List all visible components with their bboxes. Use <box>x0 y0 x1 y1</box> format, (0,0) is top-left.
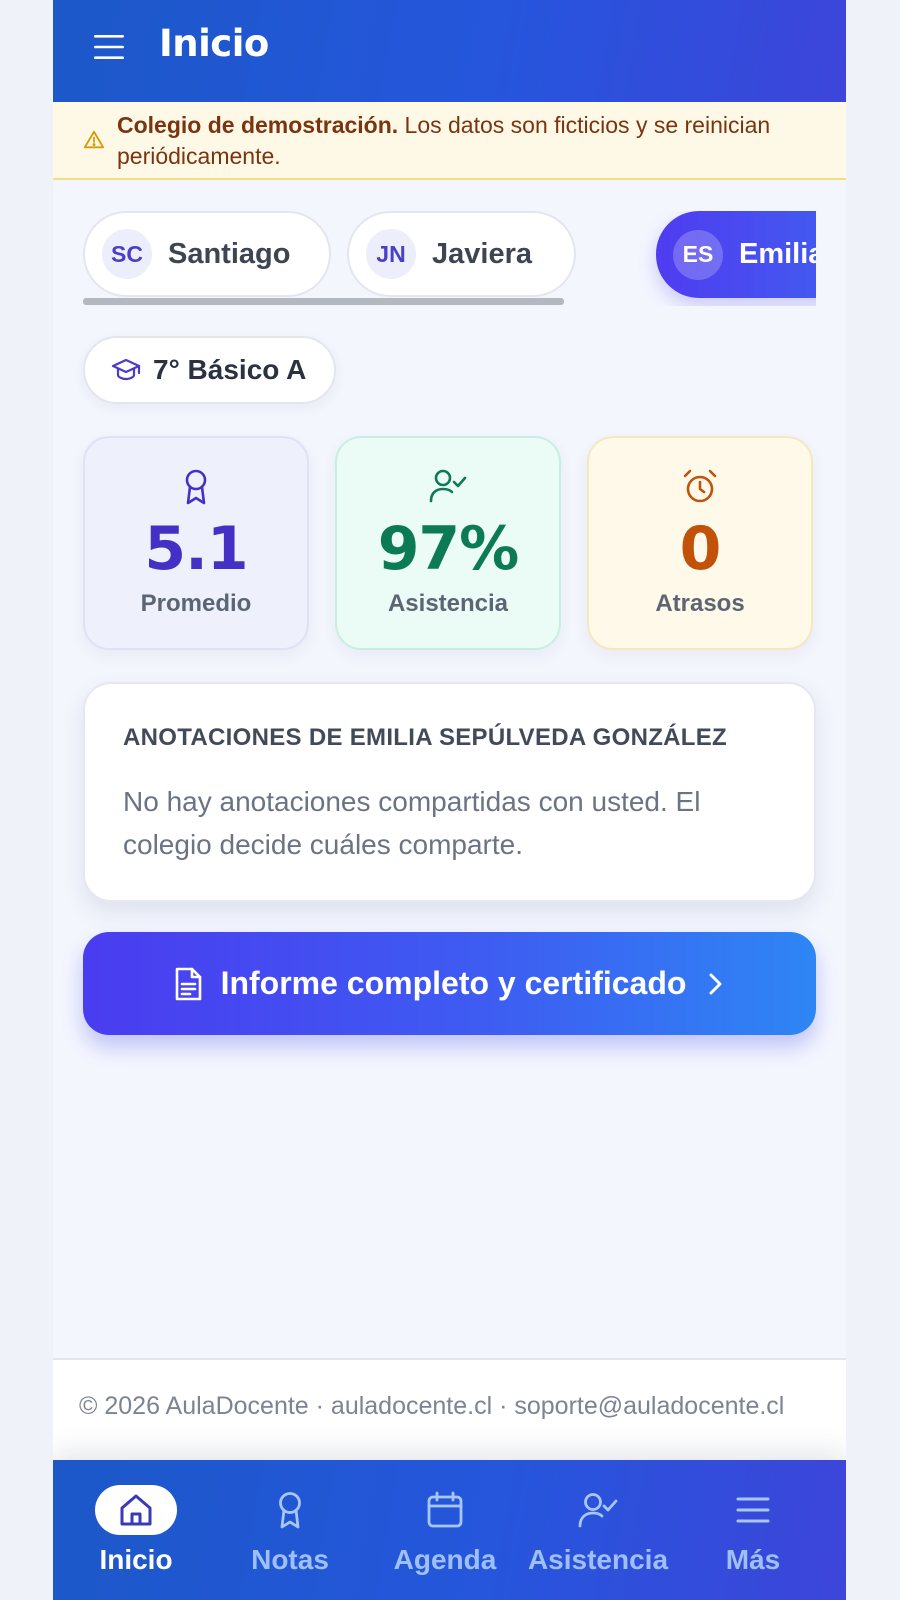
stat-label: Atrasos <box>655 590 745 617</box>
top-app-bar: Inicio <box>53 0 846 102</box>
nav-label: Más <box>725 1544 781 1575</box>
award-ribbon-icon <box>279 1492 301 1529</box>
stat-label: Promedio <box>140 590 252 617</box>
annotations-title: ANOTACIONES DE EMILIA SEPÚLVEDA GONZÁLEZ <box>123 724 728 751</box>
footer: © 2026 AulaDocente · auladocente.cl · so… <box>53 1358 846 1460</box>
nav-label: Notas <box>251 1544 329 1575</box>
annotations-card: ANOTACIONES DE EMILIA SEPÚLVEDA GONZÁLEZ… <box>83 682 816 902</box>
grade-badge: 7° Básico A <box>83 336 337 404</box>
student-name: Santiago <box>168 237 291 270</box>
graduation-cap-icon <box>111 358 141 381</box>
stat-value: 0 <box>679 514 722 584</box>
nav-label: Agenda <box>393 1544 497 1575</box>
nav-mas[interactable]: Más <box>675 1484 831 1576</box>
avatar: SC <box>102 229 152 279</box>
demo-banner: Colegio de demostración. Los datos son f… <box>53 102 846 180</box>
nav-asistencia[interactable]: Asistencia <box>520 1484 676 1576</box>
student-chip-javiera[interactable]: JN Javiera <box>347 211 576 297</box>
grade-label: 7° Básico A <box>153 354 307 385</box>
stat-card-atrasos[interactable]: 0 Atrasos <box>587 436 813 650</box>
hamburger-menu-icon <box>94 35 124 59</box>
annotations-empty-message: No hay anotaciones compartidas con usted… <box>123 786 701 860</box>
calendar-icon <box>427 1491 463 1528</box>
footer-text: © 2026 AulaDocente · auladocente.cl · so… <box>79 1392 785 1420</box>
nav-label: Inicio <box>99 1544 173 1575</box>
avatar: ES <box>673 229 723 280</box>
warning-triangle-icon <box>83 130 105 149</box>
award-ribbon-icon <box>185 469 207 505</box>
avatar: JN <box>366 229 416 279</box>
user-check-icon <box>578 1493 618 1528</box>
chips-scrollbar[interactable] <box>83 298 564 305</box>
report-button-label: Informe completo y certificado <box>220 965 687 1001</box>
hamburger-menu-icon <box>736 1497 770 1523</box>
student-name: Emilia Se <box>739 238 816 270</box>
home-icon <box>120 1494 152 1526</box>
chevron-right-icon <box>709 973 722 994</box>
stat-card-asistencia[interactable]: 97% Asistencia <box>335 436 561 650</box>
full-report-button[interactable]: Informe completo y certificado <box>83 932 816 1035</box>
student-chip-santiago[interactable]: SC Santiago <box>83 211 331 297</box>
stat-label: Asistencia <box>387 590 509 617</box>
page-title: Inicio <box>159 22 269 65</box>
nav-label: Asistencia <box>527 1544 669 1575</box>
stat-value: 97% <box>377 514 520 584</box>
nav-notas[interactable]: Notas <box>212 1484 368 1576</box>
user-check-icon <box>429 469 467 503</box>
nav-agenda[interactable]: Agenda <box>367 1484 523 1576</box>
banner-message: Colegio de demostración. Los datos son f… <box>117 110 817 172</box>
app-screen: Inicio Colegio de demostración. Los dato… <box>53 0 846 1600</box>
alarm-clock-icon <box>683 469 717 503</box>
stat-card-promedio[interactable]: 5.1 Promedio <box>83 436 309 650</box>
student-selector: SC Santiago JN Javiera ES Emilia Se <box>83 211 816 306</box>
menu-button[interactable] <box>93 31 125 63</box>
document-icon <box>175 967 201 1000</box>
bottom-navigation: Inicio Notas Agenda Asistencia Más <box>53 1460 846 1600</box>
banner-bold-text: Colegio de demostración. <box>117 112 399 138</box>
stat-value: 5.1 <box>144 514 248 584</box>
nav-inicio[interactable]: Inicio <box>58 1484 214 1576</box>
student-chip-emilia[interactable]: ES Emilia Se <box>656 211 816 298</box>
student-name: Javiera <box>432 237 532 270</box>
